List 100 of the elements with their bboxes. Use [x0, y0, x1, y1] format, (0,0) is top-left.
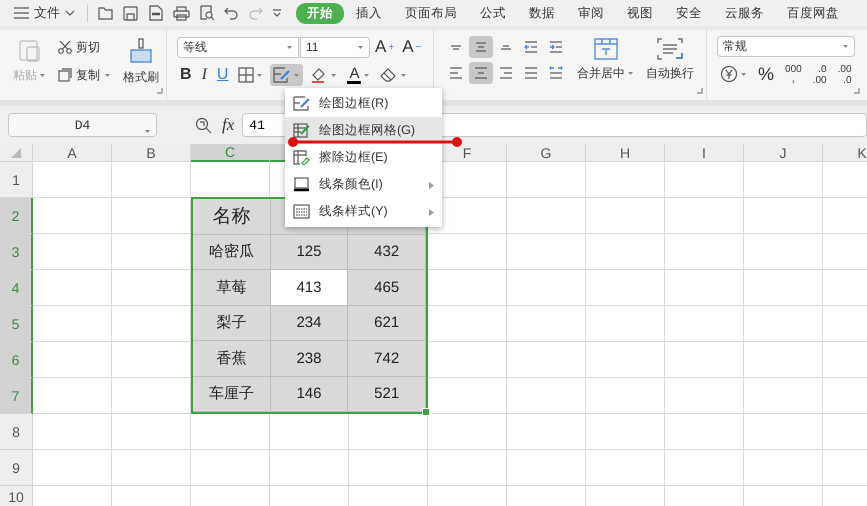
percent-button[interactable]: %: [755, 63, 778, 85]
underline-button[interactable]: U: [214, 64, 232, 86]
table-cell: 432: [348, 234, 426, 270]
align-center-icon: [473, 65, 489, 81]
ribbon-tab[interactable]: 审阅: [567, 2, 615, 24]
wrap-text-icon: [657, 38, 683, 60]
table-cell: 238: [270, 341, 348, 376]
name-box[interactable]: D4: [8, 113, 157, 137]
brush-icon: [129, 38, 153, 64]
caret-icon: [400, 72, 408, 78]
align-button[interactable]: [469, 62, 493, 84]
justify-icon: [523, 65, 539, 81]
ribbon-tab[interactable]: 数据: [518, 2, 566, 24]
caret-icon: [144, 129, 151, 134]
file-menu[interactable]: 文件: [0, 4, 81, 22]
format-tool-button[interactable]: [270, 64, 304, 86]
draw-border-icon: [293, 96, 310, 111]
borders-icon: [238, 67, 254, 83]
cut-button[interactable]: 剪切: [55, 36, 114, 58]
submenu-arrow-icon: [429, 182, 434, 188]
print-icon[interactable]: [173, 6, 190, 20]
copy-icon: [58, 68, 72, 82]
fill-handle[interactable]: [422, 408, 430, 416]
caret-icon: [357, 44, 364, 50]
launcher-icon[interactable]: [854, 88, 860, 94]
pdf-icon[interactable]: [148, 5, 164, 21]
table-cell: 621: [348, 306, 426, 341]
function-label[interactable]: fx: [222, 115, 234, 135]
increase-decimal-button[interactable]: .0 .00: [810, 63, 830, 85]
ribbon-tab[interactable]: 页面布局: [394, 2, 468, 24]
thousands-button[interactable]: 000 ,: [782, 63, 805, 85]
caret-icon: [293, 72, 300, 78]
launcher-icon[interactable]: [697, 88, 703, 94]
caret-icon: [842, 44, 849, 49]
ribbon-tab[interactable]: 安全: [665, 2, 713, 24]
increase-indent-icon: [548, 39, 564, 55]
copy-button[interactable]: 复制: [55, 64, 114, 86]
table-cell: 哈密瓜: [193, 234, 271, 270]
ribbon-tab[interactable]: 公式: [469, 2, 517, 24]
line-style-icon: [293, 204, 310, 219]
column-header[interactable]: K: [823, 144, 867, 162]
table-cell: 名称: [193, 199, 271, 234]
wrap-text-button[interactable]: 自动换行: [643, 36, 697, 100]
column-header[interactable]: I: [665, 144, 744, 162]
menu-icon: [14, 7, 29, 19]
table-cell: 香蕉: [193, 341, 271, 376]
merge-center-button[interactable]: 合并居中: [574, 36, 637, 100]
undo-icon[interactable]: [224, 6, 239, 20]
caret-icon: [104, 72, 111, 78]
dropdown-icon[interactable]: [272, 9, 282, 17]
column-header[interactable]: J: [744, 144, 823, 162]
ribbon-tab[interactable]: 插入: [345, 2, 393, 24]
align-right-icon: [498, 65, 514, 81]
menu-item[interactable]: 线条样式(Y): [285, 198, 442, 225]
caret-icon: [286, 44, 293, 50]
caret-icon: [256, 72, 264, 78]
caret-icon: [363, 72, 370, 78]
align-button[interactable]: [469, 36, 493, 58]
align-top-icon: [451, 44, 461, 50]
save-icon[interactable]: [123, 6, 139, 20]
ribbon-tab[interactable]: 云服务: [714, 2, 775, 24]
scissors-icon: [58, 40, 72, 54]
format-tool-button[interactable]: A: [344, 64, 374, 86]
row-header[interactable]: 9: [0, 450, 33, 486]
font-size-select[interactable]: 11: [300, 36, 370, 58]
font-name-select[interactable]: 等线: [177, 36, 299, 58]
italic-button[interactable]: I: [198, 64, 210, 86]
table-cell: 234: [270, 306, 348, 341]
decrease-decimal-button[interactable]: .00 .0: [834, 63, 855, 85]
draw-border-icon: [273, 67, 292, 83]
submenu-arrow-icon: [429, 208, 434, 216]
table-cell: 742: [348, 341, 426, 376]
table-cell: 车厘子: [193, 376, 271, 412]
align-bottom-icon: [501, 44, 511, 50]
merge-cells-icon: [594, 38, 618, 60]
column-header[interactable]: B: [112, 144, 191, 162]
number-format-select[interactable]: 常规: [717, 36, 855, 57]
ribbon-tab[interactable]: 百度网盘: [776, 2, 850, 24]
folder-icon[interactable]: [98, 6, 114, 20]
align-left-icon: [448, 65, 464, 81]
row-header[interactable]: 10: [0, 486, 33, 506]
caret-icon: [39, 73, 46, 78]
ribbon-tab[interactable]: 视图: [616, 2, 664, 24]
column-header[interactable]: A: [33, 144, 112, 162]
launcher-icon[interactable]: [157, 88, 163, 94]
preview-icon[interactable]: [199, 5, 215, 21]
zoom-icon[interactable]: [195, 116, 212, 134]
bold-button[interactable]: B: [177, 64, 195, 86]
format-painter-button[interactable]: 格式刷: [120, 36, 162, 100]
row-header[interactable]: 8: [0, 414, 33, 450]
column-header[interactable]: H: [586, 144, 665, 162]
chevron-icon: [65, 10, 75, 16]
row-header[interactable]: 1: [0, 162, 33, 198]
table-cell: 465: [348, 270, 426, 306]
eraser-icon: [380, 67, 398, 83]
table-cell: 413: [270, 270, 348, 306]
column-header[interactable]: G: [507, 144, 586, 162]
menu-item[interactable]: 线条颜色(I): [285, 171, 442, 198]
line-color-icon: [293, 177, 310, 192]
distribute-icon: [548, 65, 564, 81]
